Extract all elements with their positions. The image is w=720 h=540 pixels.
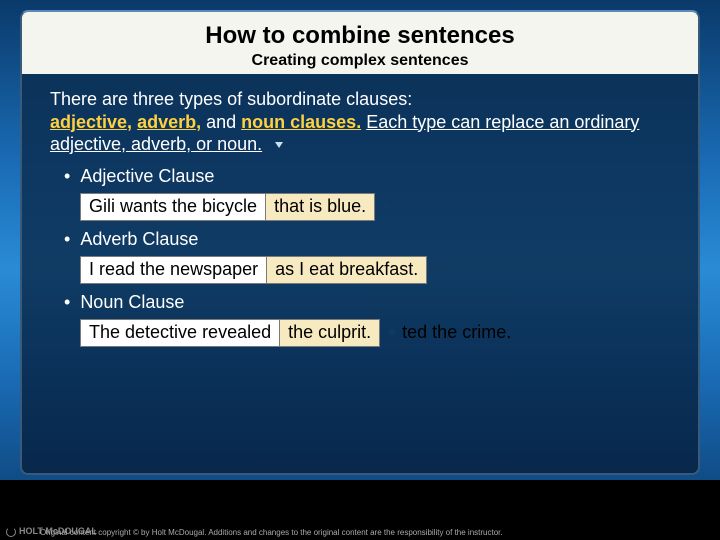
highlight-noun: noun clauses. [241,112,361,132]
swirl-icon [6,527,16,537]
item-label: Adverb Clause [80,229,198,249]
clause-list: Adjective Clause Gili wants the bicycle … [50,166,670,347]
slide-pane: How to combine sentences Creating comple… [20,10,700,475]
caret-down-icon [388,330,396,336]
independent-clause-box: I read the newspaper [80,256,267,284]
example-row: I read the newspaper as I eat breakfast. [80,256,670,284]
highlight-adjective: adjective, [50,112,132,132]
caret-down-icon [275,142,283,148]
independent-clause-box: Gili wants the bicycle [80,193,266,221]
item-label: Adjective Clause [80,166,214,186]
subordinate-clause-box: as I eat breakfast. [266,256,427,284]
intro-mid: and [206,112,241,132]
trailing-text: ted the crime. [402,322,511,343]
list-item: Adverb Clause [64,229,670,250]
caret-down-icon [383,204,391,210]
slide-title: How to combine sentences [50,22,670,50]
footer-bar: HOLT McDOUGAL Original content copyright… [0,480,720,540]
slide-subtitle: Creating complex sentences [50,52,670,70]
subordinate-clause-box: the culprit. [279,319,380,347]
example-row: The detective revealed the culprit. ted … [80,319,670,347]
example-row: Gili wants the bicycle that is blue. [80,193,670,221]
item-label: Noun Clause [80,292,184,312]
intro-text: There are three types of subordinate cla… [50,88,670,156]
highlight-adverb: adverb, [137,112,201,132]
list-item: Noun Clause [64,292,670,313]
intro-line1: There are three types of subordinate cla… [50,89,412,109]
caret-down-icon [435,267,443,273]
list-item: Adjective Clause [64,166,670,187]
independent-clause-box: The detective revealed [80,319,280,347]
copyright-text: Original content copyright © by Holt McD… [40,528,503,537]
subordinate-clause-box: that is blue. [265,193,375,221]
